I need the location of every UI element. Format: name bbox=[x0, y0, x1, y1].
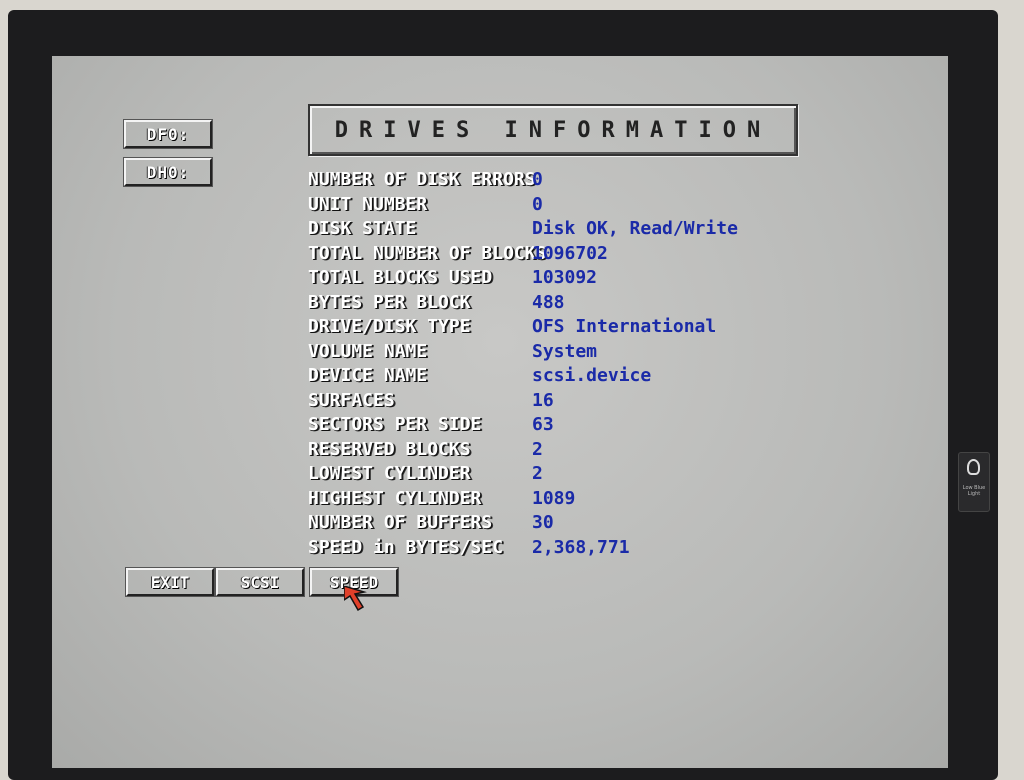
info-row: DRIVE/DISK TYPE OFS International bbox=[308, 316, 908, 341]
info-row: DEVICE NAME scsi.device bbox=[308, 365, 908, 390]
info-label: VOLUME NAME bbox=[308, 340, 428, 362]
info-value: 30 bbox=[532, 512, 554, 533]
info-label: TOTAL BLOCKS USED bbox=[308, 267, 493, 288]
info-value: 2,368,771 bbox=[532, 536, 630, 558]
info-value: 0 bbox=[532, 169, 543, 190]
info-value: 0 bbox=[532, 193, 543, 215]
info-row: SECTORS PER SIDE 63 bbox=[308, 414, 908, 439]
info-value: 63 bbox=[532, 414, 554, 435]
info-row: NUMBER OF DISK ERRORS 0 bbox=[308, 169, 908, 194]
info-label: SURFACES bbox=[308, 389, 395, 411]
info-row: TOTAL BLOCKS USED 103092 bbox=[308, 267, 908, 292]
info-label: SECTORS PER SIDE bbox=[308, 414, 482, 435]
info-row: VOLUME NAME System bbox=[308, 341, 908, 366]
info-row: NUMBER OF BUFFERS 30 bbox=[308, 512, 908, 537]
info-value: scsi.device bbox=[532, 365, 652, 386]
info-row: TOTAL NUMBER OF BLOCKS 1096702 bbox=[308, 243, 908, 268]
info-label: UNIT NUMBER bbox=[308, 193, 428, 215]
low-blue-light-indicator: Low Blue Light bbox=[958, 452, 990, 512]
info-value: 488 bbox=[532, 291, 565, 313]
info-value: 1096702 bbox=[532, 242, 608, 264]
drive-button-dh0[interactable]: DH0: bbox=[123, 157, 213, 187]
info-label: DRIVE/DISK TYPE bbox=[308, 316, 471, 337]
info-label: NUMBER OF BUFFERS bbox=[308, 512, 493, 533]
info-label: SPEED in BYTES/SEC bbox=[308, 536, 504, 558]
info-label: TOTAL NUMBER OF BLOCKS bbox=[308, 242, 547, 264]
info-row: UNIT NUMBER 0 bbox=[308, 194, 908, 219]
low-blue-light-label: Low Blue Light bbox=[962, 485, 986, 497]
mouse-pointer-icon bbox=[344, 586, 367, 612]
amiga-screen: DF0: DH0: DRIVES INFORMATION NUMBER OF D… bbox=[52, 56, 948, 768]
info-value: OFS International bbox=[532, 316, 717, 337]
exit-button[interactable]: EXIT bbox=[125, 567, 215, 597]
info-label: DISK STATE bbox=[308, 218, 417, 239]
info-row: DISK STATE Disk OK, Read/Write bbox=[308, 218, 908, 243]
info-row: SPEED in BYTES/SEC 2,368,771 bbox=[308, 537, 908, 562]
info-label: DEVICE NAME bbox=[308, 365, 428, 386]
info-row: HIGHEST CYLINDER 1089 bbox=[308, 488, 908, 513]
info-row: RESERVED BLOCKS 2 bbox=[308, 439, 908, 464]
info-value: 2 bbox=[532, 438, 543, 460]
page-title: DRIVES INFORMATION bbox=[308, 104, 798, 156]
drive-button-df0[interactable]: DF0: bbox=[123, 119, 213, 149]
info-row: LOWEST CYLINDER 2 bbox=[308, 463, 908, 488]
info-label: NUMBER OF DISK ERRORS bbox=[308, 169, 536, 190]
info-value: 16 bbox=[532, 389, 554, 411]
info-value: Disk OK, Read/Write bbox=[532, 218, 738, 239]
info-label: LOWEST CYLINDER bbox=[308, 463, 471, 484]
info-label: BYTES PER BLOCK bbox=[308, 291, 471, 313]
drive-info-table: NUMBER OF DISK ERRORS 0 UNIT NUMBER 0 DISK… bbox=[308, 169, 908, 561]
info-row: SURFACES 16 bbox=[308, 390, 908, 415]
info-label: RESERVED BLOCKS bbox=[308, 438, 471, 460]
lightbulb-icon bbox=[967, 459, 980, 475]
info-value: 103092 bbox=[532, 267, 598, 288]
info-label: HIGHEST CYLINDER bbox=[308, 487, 482, 509]
info-value: 1089 bbox=[532, 487, 576, 509]
info-row: BYTES PER BLOCK 488 bbox=[308, 292, 908, 317]
scsi-button[interactable]: SCSI bbox=[215, 567, 305, 597]
info-value: System bbox=[532, 340, 598, 362]
info-value: 2 bbox=[532, 463, 543, 484]
